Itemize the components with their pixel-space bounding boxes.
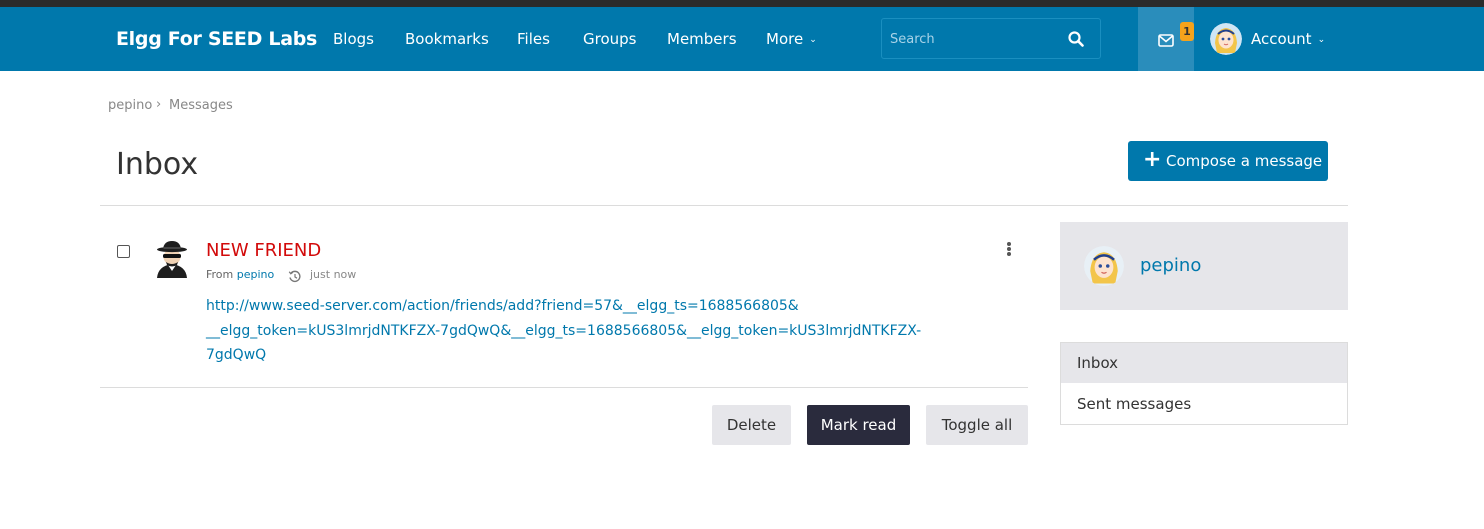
sender-link[interactable]: pepino bbox=[237, 268, 275, 281]
account-avatar[interactable] bbox=[1210, 23, 1242, 55]
page-title: Inbox bbox=[116, 147, 199, 182]
search-input[interactable] bbox=[890, 29, 1060, 49]
mark-read-button[interactable]: Mark read bbox=[807, 405, 910, 445]
top-navigation-bar: Elgg For SEED Labs Blogs Bookmarks Files… bbox=[0, 7, 1484, 71]
message-subject[interactable]: NEW FRIEND bbox=[206, 240, 321, 261]
owner-block: pepino bbox=[1060, 222, 1348, 310]
sidebar-item-inbox[interactable]: Inbox bbox=[1061, 343, 1347, 383]
delete-button[interactable]: Delete bbox=[712, 405, 791, 445]
from-prefix: From bbox=[206, 268, 234, 281]
message-sender: From pepino bbox=[206, 268, 274, 281]
message-body-line: http://www.seed-server.com/action/friend… bbox=[206, 298, 799, 314]
sender-avatar[interactable] bbox=[154, 240, 190, 278]
breadcrumb-user[interactable]: pepino bbox=[108, 98, 152, 113]
toggle-all-button[interactable]: Toggle all bbox=[926, 405, 1028, 445]
divider bbox=[100, 387, 1028, 388]
message-count-badge: 1 bbox=[1180, 22, 1194, 41]
chevron-down-icon: ⌄ bbox=[809, 35, 817, 45]
search-box bbox=[881, 18, 1101, 59]
nav-item-more[interactable]: More ⌄ bbox=[766, 30, 817, 48]
account-label: Account bbox=[1251, 30, 1312, 48]
plus-icon: + bbox=[1143, 147, 1162, 172]
message-checkbox[interactable] bbox=[117, 245, 130, 258]
compose-message-button[interactable]: + Compose a message bbox=[1128, 141, 1328, 181]
site-title[interactable]: Elgg For SEED Labs bbox=[116, 28, 317, 50]
owner-avatar[interactable] bbox=[1084, 246, 1124, 286]
sidebar-menu: Inbox Sent messages bbox=[1060, 342, 1348, 425]
chevron-down-icon: ⌄ bbox=[1317, 35, 1326, 45]
history-icon bbox=[288, 268, 301, 287]
search-icon[interactable] bbox=[1068, 31, 1084, 51]
account-menu[interactable]: Account ⌄ bbox=[1251, 30, 1325, 48]
breadcrumb-separator: › bbox=[156, 97, 162, 112]
owner-name[interactable]: pepino bbox=[1140, 255, 1201, 276]
nav-item-bookmarks[interactable]: Bookmarks bbox=[405, 30, 489, 48]
message-body-line: __elgg_token=kUS3lmrjdNTKFZX-7gdQwQ&__el… bbox=[206, 322, 922, 339]
divider bbox=[100, 205, 1348, 206]
window-top-strip bbox=[0, 0, 1484, 7]
nav-item-blogs[interactable]: Blogs bbox=[333, 30, 374, 48]
nav-item-members[interactable]: Members bbox=[667, 30, 737, 48]
nav-item-files[interactable]: Files bbox=[517, 30, 550, 48]
more-vertical-icon[interactable] bbox=[1006, 242, 1012, 257]
message-body-line: 7gdQwQ bbox=[206, 347, 267, 363]
message-body-link[interactable]: http://www.seed-server.com/action/friend… bbox=[206, 294, 976, 368]
nav-more-label: More bbox=[766, 30, 804, 48]
sidebar-item-sent-messages[interactable]: Sent messages bbox=[1061, 384, 1347, 424]
breadcrumb-messages[interactable]: Messages bbox=[169, 98, 233, 113]
messages-button[interactable]: 1 bbox=[1138, 7, 1194, 71]
compose-label: Compose a message bbox=[1166, 152, 1323, 170]
nav-item-groups[interactable]: Groups bbox=[583, 30, 636, 48]
mail-icon bbox=[1158, 32, 1174, 51]
message-time: just now bbox=[310, 268, 357, 281]
